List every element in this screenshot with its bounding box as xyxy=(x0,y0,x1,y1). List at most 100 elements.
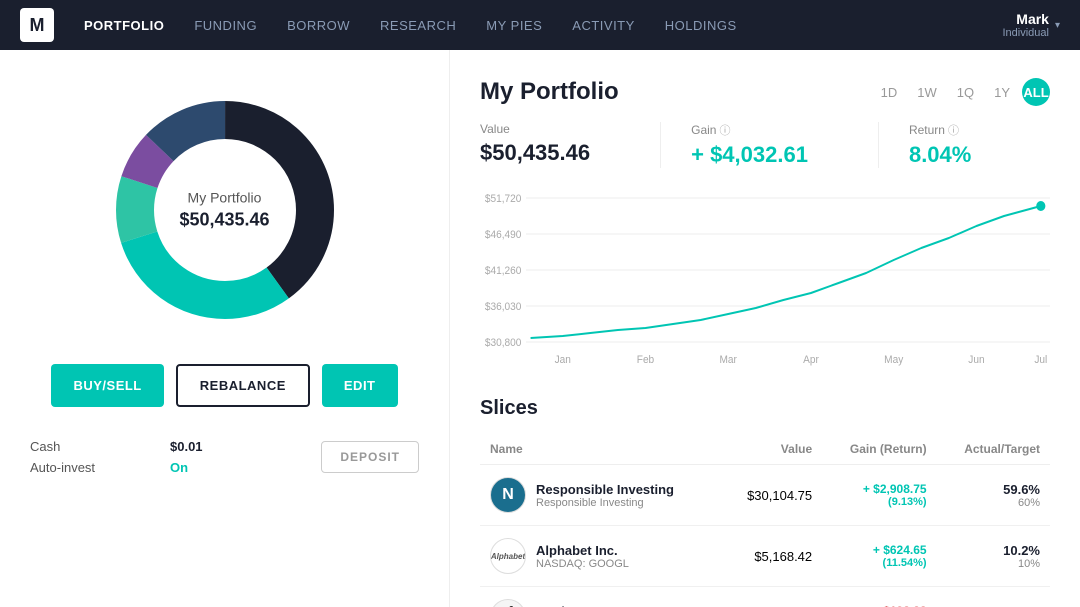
col-actual-target: Actual/Target xyxy=(937,434,1050,465)
table-row[interactable]: Alphabet Alphabet Inc. NASDAQ: GOOGL $5,… xyxy=(480,526,1050,587)
cash-value: $0.01 xyxy=(170,439,203,454)
slice-gain: + $624.65 (11.54%) xyxy=(822,526,936,587)
svg-text:$51,720: $51,720 xyxy=(485,193,522,205)
actual-value: 10.2% xyxy=(947,543,1040,558)
svg-text:Jun: Jun xyxy=(968,354,984,366)
portfolio-chart: $51,720 $46,490 $41,260 $36,030 $30,800 … xyxy=(480,188,1050,373)
nav-funding[interactable]: FUNDING xyxy=(194,18,257,33)
slices-title: Slices xyxy=(480,397,1050,420)
table-row[interactable]: Apple Inc. NASDAQ: AAPL $4,805.16 - $198… xyxy=(480,587,1050,607)
donut-label: My Portfolio $50,435.46 xyxy=(179,190,269,231)
slice-name: Responsible Investing xyxy=(536,482,674,497)
svg-text:$41,260: $41,260 xyxy=(485,265,522,277)
main-content: My Portfolio $50,435.46 BUY/SELL REBALAN… xyxy=(0,50,1080,607)
buy-sell-button[interactable]: BUY/SELL xyxy=(51,364,163,407)
slice-gain: + $2,908.75 (9.13%) xyxy=(822,465,936,526)
nav-borrow[interactable]: BORROW xyxy=(287,18,350,33)
cash-row: Cash $0.01 xyxy=(30,439,203,454)
gain-info-icon: ⓘ xyxy=(719,125,730,137)
portfolio-header: My Portfolio 1D 1W 1Q 1Y ALL xyxy=(480,78,1050,106)
svg-text:$36,030: $36,030 xyxy=(485,301,522,313)
metric-divider-2 xyxy=(878,122,879,168)
slice-sub: Responsible Investing xyxy=(536,497,674,509)
target-value: 10% xyxy=(947,558,1040,570)
metric-return: Returnⓘ 8.04% xyxy=(909,122,1011,168)
slice-icon xyxy=(490,599,526,607)
slice-name: Apple Inc. xyxy=(536,604,616,607)
col-gain: Gain (Return) xyxy=(822,434,936,465)
actual-value: 9.5% xyxy=(947,604,1040,607)
logo: M xyxy=(20,8,54,42)
slice-value: $4,805.16 xyxy=(721,587,822,607)
slice-name-cell: N Responsible Investing Responsible Inve… xyxy=(490,477,711,513)
chart-svg: $51,720 $46,490 $41,260 $36,030 $30,800 … xyxy=(480,188,1050,368)
gain-amount: + $4,032.61 xyxy=(691,142,808,168)
slice-actual-target: 59.6% 60% xyxy=(937,465,1050,526)
user-name: Mark xyxy=(1002,11,1048,27)
nav-research[interactable]: RESEARCH xyxy=(380,18,456,33)
svg-text:May: May xyxy=(884,354,904,366)
metric-gain: Gainⓘ + $4,032.61 xyxy=(691,122,848,168)
slice-sub: NASDAQ: GOOGL xyxy=(536,558,629,570)
auto-invest-row: Auto-invest On xyxy=(30,460,203,475)
actual-value: 59.6% xyxy=(947,482,1040,497)
target-value: 60% xyxy=(947,497,1040,509)
slice-info: Apple Inc. NASDAQ: AAPL xyxy=(536,604,616,607)
slice-name-cell: Alphabet Alphabet Inc. NASDAQ: GOOGL xyxy=(490,538,711,574)
return-info-icon: ⓘ xyxy=(948,125,959,137)
slice-gain: - $198.32 (2.01%) xyxy=(822,587,936,607)
slice-info: Responsible Investing Responsible Invest… xyxy=(536,482,674,509)
donut-chart: My Portfolio $50,435.46 xyxy=(95,80,355,340)
donut-title: My Portfolio xyxy=(179,190,269,206)
slices-table: Name Value Gain (Return) Actual/Target N… xyxy=(480,434,1050,607)
nav-activity[interactable]: ACTIVITY xyxy=(572,18,635,33)
nav-portfolio[interactable]: PORTFOLIO xyxy=(84,18,164,33)
auto-invest-label: Auto-invest xyxy=(30,460,150,475)
slice-icon: Alphabet xyxy=(490,538,526,574)
svg-text:Feb: Feb xyxy=(637,354,655,366)
nav-my-pies[interactable]: MY PIES xyxy=(486,18,542,33)
slice-value: $5,168.42 xyxy=(721,526,822,587)
svg-text:$46,490: $46,490 xyxy=(485,229,522,241)
cash-label: Cash xyxy=(30,439,150,454)
return-label: Returnⓘ xyxy=(909,122,971,138)
metrics-row: Value $50,435.46 Gainⓘ + $4,032.61 Retur… xyxy=(480,122,1050,168)
svg-text:Mar: Mar xyxy=(720,354,738,366)
gain-pct: (11.54%) xyxy=(832,557,926,569)
slice-actual-target: 10.2% 10% xyxy=(937,526,1050,587)
value-amount: $50,435.46 xyxy=(480,140,590,166)
col-value: Value xyxy=(721,434,822,465)
deposit-button[interactable]: DEPOSIT xyxy=(321,441,419,473)
slice-actual-target: 9.5% 10% xyxy=(937,587,1050,607)
time-1q[interactable]: 1Q xyxy=(949,78,982,106)
slice-value: $30,104.75 xyxy=(721,465,822,526)
time-1w[interactable]: 1W xyxy=(909,78,945,106)
bottom-info-row: Cash $0.01 Auto-invest On DEPOSIT xyxy=(30,439,419,475)
metric-divider-1 xyxy=(660,122,661,168)
metric-value: Value $50,435.46 xyxy=(480,122,630,168)
gain-amount: + $2,908.75 xyxy=(832,482,926,496)
svg-text:$30,800: $30,800 xyxy=(485,337,522,349)
col-name: Name xyxy=(480,434,721,465)
return-amount: 8.04% xyxy=(909,142,971,168)
right-panel: My Portfolio 1D 1W 1Q 1Y ALL Value $50,4… xyxy=(450,50,1080,607)
svg-text:Jan: Jan xyxy=(555,354,571,366)
donut-value: $50,435.46 xyxy=(179,210,269,231)
time-1y[interactable]: 1Y xyxy=(986,78,1018,106)
rebalance-button[interactable]: REBALANCE xyxy=(176,364,310,407)
navigation: M PORTFOLIO FUNDING BORROW RESEARCH MY P… xyxy=(0,0,1080,50)
slice-name: Alphabet Inc. xyxy=(536,543,629,558)
edit-button[interactable]: EDIT xyxy=(322,364,398,407)
user-type: Individual xyxy=(1002,27,1048,39)
slice-info: Alphabet Inc. NASDAQ: GOOGL xyxy=(536,543,629,570)
gain-pct: (9.13%) xyxy=(832,496,926,508)
svg-text:Jul: Jul xyxy=(1034,354,1047,366)
time-1d[interactable]: 1D xyxy=(873,78,906,106)
slice-icon: N xyxy=(490,477,526,513)
nav-holdings[interactable]: HOLDINGS xyxy=(665,18,737,33)
gain-label: Gainⓘ xyxy=(691,122,808,138)
chevron-down-icon: ▾ xyxy=(1055,20,1060,31)
table-row[interactable]: N Responsible Investing Responsible Inve… xyxy=(480,465,1050,526)
time-all[interactable]: ALL xyxy=(1022,78,1050,106)
user-menu[interactable]: Mark Individual ▾ xyxy=(1002,11,1060,39)
